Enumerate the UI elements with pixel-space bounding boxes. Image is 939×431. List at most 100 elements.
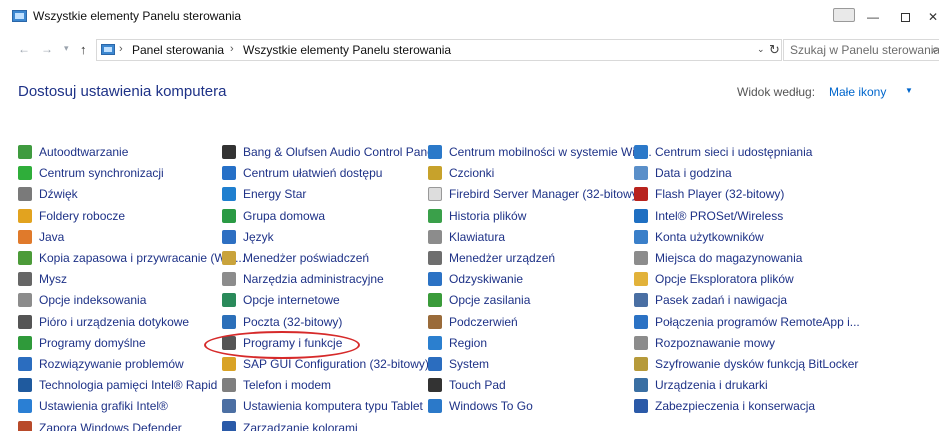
address-dropdown-icon[interactable]: ⌄ <box>757 44 765 55</box>
control-panel-item-label: Region <box>449 335 488 350</box>
control-panel-item-label: Foldery robocze <box>39 208 126 223</box>
chevron-down-icon[interactable]: ▼ <box>905 86 913 95</box>
control-panel-item-label: Miejsca do magazynowania <box>655 250 803 265</box>
control-panel-icon <box>101 44 115 55</box>
control-panel-item[interactable]: Narzędzia administracyjne <box>222 268 384 289</box>
intel-rapid-storage-icon <box>18 377 32 392</box>
minimize-button[interactable]: — <box>858 6 888 28</box>
ease-of-access-icon <box>222 165 236 180</box>
control-panel-item-label: Java <box>39 229 65 244</box>
control-panel-item[interactable]: Historia plików <box>428 205 526 226</box>
control-panel-item[interactable]: Opcje Eksploratora plików <box>634 268 794 289</box>
control-panel-item[interactable]: Pióro i urządzenia dotykowe <box>18 311 189 332</box>
control-panel-item[interactable]: Szyfrowanie dysków funkcją BitLocker <box>634 353 858 374</box>
indexing-icon <box>18 292 32 307</box>
control-panel-item-label: Firebird Server Manager (32-bitowy) <box>449 186 642 201</box>
control-panel-item[interactable]: Kopia zapasowa i przywracanie (Win... <box>18 247 245 268</box>
control-panel-item[interactable]: Miejsca do magazynowania <box>634 247 802 268</box>
address-bar[interactable]: › Panel sterowania › Wszystkie elementy … <box>96 39 782 61</box>
maximize-icon <box>900 13 910 23</box>
breadcrumb-all-items[interactable]: Wszystkie elementy Panelu sterowania <box>243 43 451 57</box>
control-panel-item-label: Odzyskiwanie <box>449 271 524 286</box>
control-panel-item-label: Rozwiązywanie problemów <box>39 356 184 371</box>
control-panel-item-label: Opcje Eksploratora plików <box>655 271 794 286</box>
control-panel-item[interactable]: Połączenia programów RemoteApp i... <box>634 311 860 332</box>
control-panel-item[interactable]: Urządzenia i drukarki <box>634 374 768 395</box>
control-panel-item[interactable]: Menedżer poświadczeń <box>222 247 369 268</box>
refresh-icon[interactable]: ↻ <box>769 42 780 58</box>
control-panel-item[interactable]: Poczta (32-bitowy) <box>222 311 342 332</box>
control-panel-item[interactable]: Menedżer urządzeń <box>428 247 555 268</box>
control-panel-item[interactable]: Energy Star <box>222 183 306 204</box>
control-panel-item[interactable]: Centrum mobilności w systemie Win... <box>428 141 652 162</box>
control-panel-item-label: Programy i funkcje <box>243 335 343 350</box>
programs-features-icon <box>222 335 236 350</box>
storage-spaces-icon <box>634 250 648 265</box>
control-panel-item[interactable]: Opcje internetowe <box>222 289 340 310</box>
control-panel-item-label: Centrum ułatwień dostępu <box>243 165 383 180</box>
java-icon <box>18 229 32 244</box>
back-arrow-icon[interactable]: ← <box>18 42 30 56</box>
control-panel-item[interactable]: Ustawienia komputera typu Tablet <box>222 395 423 416</box>
breadcrumb-chevron-icon[interactable]: › <box>230 43 234 55</box>
close-button[interactable]: ✕ <box>924 6 939 28</box>
up-arrow-icon[interactable]: ↑ <box>80 42 87 57</box>
control-panel-item-label: System <box>449 356 490 371</box>
control-panel-item[interactable]: Centrum synchronizacji <box>18 162 164 183</box>
control-panel-item[interactable]: Telefon i modem <box>222 374 331 395</box>
power-options-icon <box>428 292 442 307</box>
control-panel-item-label: Data i godzina <box>655 165 732 180</box>
control-panel-item[interactable]: Konta użytkowników <box>634 226 764 247</box>
control-panel-item[interactable]: Dźwięk <box>18 183 78 204</box>
control-panel-item-label: Windows To Go <box>449 398 533 413</box>
control-panel-item-label: Mysz <box>39 271 67 286</box>
control-panel-item[interactable]: Flash Player (32-bitowy) <box>634 183 784 204</box>
control-panel-item[interactable]: SAP GUI Configuration (32-bitowy) <box>222 353 429 374</box>
control-panel-item[interactable]: Czcionki <box>428 162 494 183</box>
control-panel-item[interactable]: Rozwiązywanie problemów <box>18 353 184 374</box>
control-panel-item[interactable]: Bang & Olufsen Audio Control Panel <box>222 141 436 162</box>
recent-locations-icon[interactable]: ▾ <box>64 43 69 54</box>
forward-arrow-icon[interactable]: → <box>41 42 53 56</box>
control-panel-item[interactable]: Opcje zasilania <box>428 289 530 310</box>
control-panel-item-label: Czcionki <box>449 165 495 180</box>
breadcrumb-chevron-icon[interactable]: › <box>119 43 123 55</box>
view-by-dropdown[interactable]: Małe ikony <box>829 85 886 99</box>
control-panel-item[interactable]: Centrum sieci i udostępniania <box>634 141 812 162</box>
control-panel-item[interactable]: Język <box>222 226 274 247</box>
control-panel-item[interactable]: Autoodtwarzanie <box>18 141 128 162</box>
control-panel-item[interactable]: Foldery robocze <box>18 205 125 226</box>
search-input[interactable]: Szukaj w Panelu sterowania ⌕ <box>783 39 939 61</box>
control-panel-item[interactable]: Podczerwień <box>428 311 518 332</box>
control-panel-item[interactable]: Firebird Server Manager (32-bitowy) <box>428 183 642 204</box>
control-panel-item[interactable]: Programy i funkcje <box>222 332 342 353</box>
control-panel-item[interactable]: Technologia pamięci Intel® Rapid <box>18 374 217 395</box>
control-panel-item-label: Technologia pamięci Intel® Rapid <box>39 377 218 392</box>
control-panel-item[interactable]: Mysz <box>18 268 67 289</box>
control-panel-item[interactable]: Zapora Windows Defender <box>18 417 182 431</box>
mail-icon <box>222 314 236 329</box>
control-panel-item[interactable]: Touch Pad <box>428 374 506 395</box>
control-panel-item[interactable]: Intel® PROSet/Wireless <box>634 205 783 226</box>
control-panel-item[interactable]: Odzyskiwanie <box>428 268 523 289</box>
control-panel-item[interactable]: Klawiatura <box>428 226 505 247</box>
maximize-button[interactable] <box>890 6 920 28</box>
control-panel-item-label: Ustawienia komputera typu Tablet <box>243 398 423 413</box>
control-panel-item[interactable]: Grupa domowa <box>222 205 325 226</box>
control-panel-item[interactable]: Centrum ułatwień dostępu <box>222 162 382 183</box>
control-panel-item[interactable]: Windows To Go <box>428 395 533 416</box>
control-panel-item[interactable]: Programy domyślne <box>18 332 146 353</box>
control-panel-item[interactable]: Ustawienia grafiki Intel® <box>18 395 168 416</box>
control-panel-item[interactable]: Pasek zadań i nawigacja <box>634 289 787 310</box>
breadcrumb-control-panel[interactable]: Panel sterowania <box>132 43 224 57</box>
control-panel-item[interactable]: System <box>428 353 489 374</box>
control-panel-item[interactable]: Region <box>428 332 487 353</box>
control-panel-item[interactable]: Rozpoznawanie mowy <box>634 332 775 353</box>
search-icon[interactable]: ⌕ <box>932 42 939 57</box>
mobility-center-icon <box>428 144 442 159</box>
control-panel-item[interactable]: Data i godzina <box>634 162 732 183</box>
control-panel-item[interactable]: Zarządzanie kolorami <box>222 417 358 431</box>
control-panel-item[interactable]: Zabezpieczenia i konserwacja <box>634 395 815 416</box>
control-panel-item[interactable]: Java <box>18 226 64 247</box>
control-panel-item[interactable]: Opcje indeksowania <box>18 289 146 310</box>
